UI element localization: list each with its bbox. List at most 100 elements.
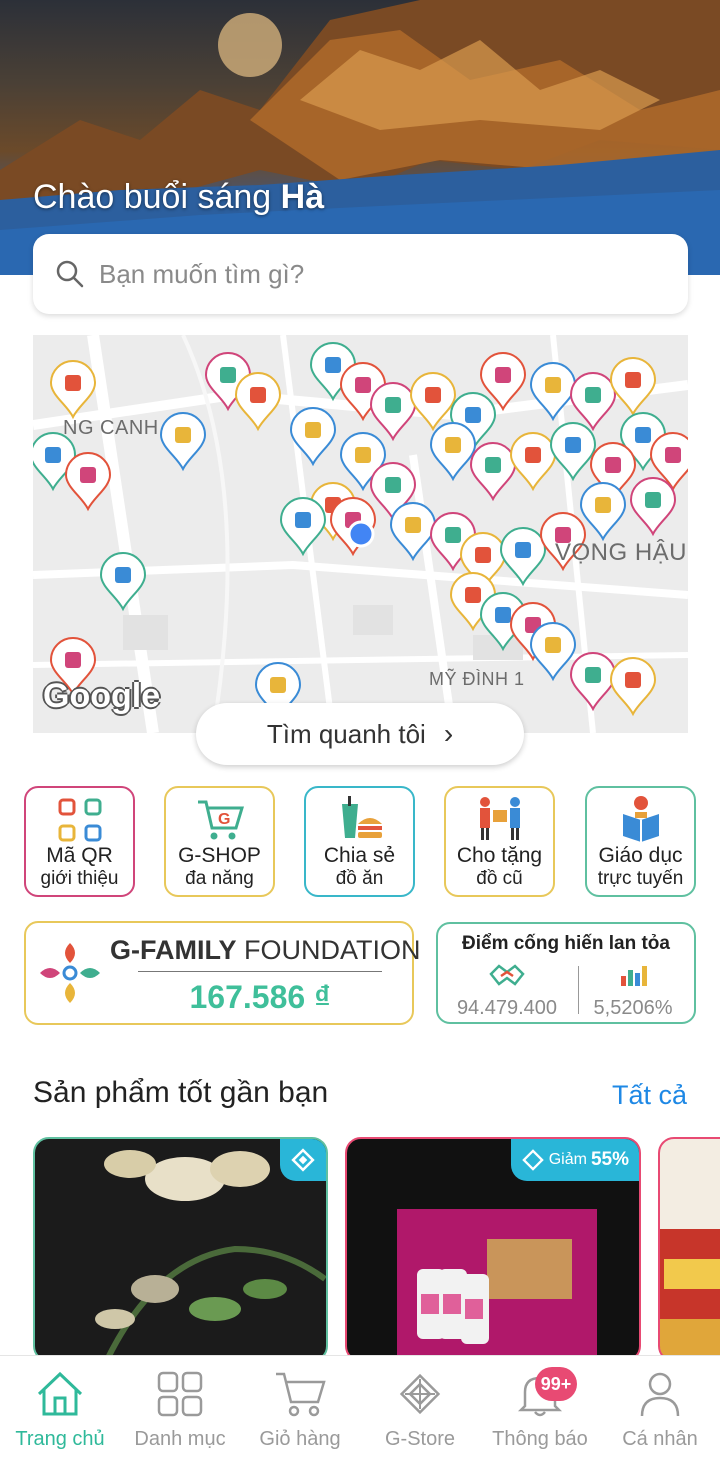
map-pin-glyph [385, 477, 401, 493]
search-icon [56, 260, 84, 288]
map-pin-glyph [355, 447, 371, 463]
map-pin-glyph [605, 457, 621, 473]
nav-label: Thông báo [492, 1428, 588, 1450]
map-pin-glyph [595, 497, 611, 513]
user-name: Hà [280, 178, 325, 216]
map-pin-glyph [625, 672, 641, 688]
product-card[interactable]: Giảm 55% [345, 1137, 641, 1362]
nav-label: G-Store [384, 1428, 456, 1450]
map-pin-glyph [295, 512, 311, 528]
grid-icon [157, 1371, 203, 1417]
cart-icon [276, 1372, 326, 1417]
gshop-button[interactable]: G G-SHOP đa năng [164, 786, 275, 897]
qa-subtitle: giới thiệu [40, 868, 119, 889]
qr-icon [58, 798, 101, 842]
foundation-suffix: FOUNDATION [244, 935, 421, 965]
home-icon [37, 1371, 83, 1416]
map-label: MỸ ĐÌNH 1 [429, 669, 525, 689]
map-streets [33, 335, 688, 733]
map-pin-glyph [325, 357, 341, 373]
nav-home[interactable]: Trang chủ [0, 1368, 120, 1451]
map-pin-glyph [65, 652, 81, 668]
donate-used-button[interactable]: Cho tặng đồ cũ [444, 786, 555, 897]
points-percent: 5,5206% [593, 997, 673, 1019]
map-pin-glyph [465, 587, 481, 603]
map-pin-glyph [220, 367, 236, 383]
search-bar[interactable]: Bạn muốn tìm gì? [33, 234, 688, 314]
qr-referral-button[interactable]: Mã QR giới thiệu [24, 786, 135, 897]
greeting-text: Chào buổi sáng [33, 178, 272, 216]
gfamily-logo-icon [40, 943, 100, 1003]
qa-title: Cho tặng [456, 844, 543, 867]
share-food-button[interactable]: Chia sẻ đồ ăn [304, 786, 415, 897]
svg-text:G: G [218, 811, 230, 828]
map-view[interactable]: NG CANH VỌNG HẬU MỸ ĐÌNH 1 Google [33, 335, 688, 733]
qa-subtitle: đồ cũ [476, 868, 523, 889]
search-placeholder: Bạn muốn tìm gì? [99, 258, 305, 289]
nav-label: Trang chủ [15, 1428, 105, 1450]
online-education-button[interactable]: Giáo dục trực tuyến [585, 786, 696, 897]
contribution-points-card[interactable]: Điểm cống hiến lan tỏa 94.479.400 5,5206… [436, 922, 696, 1024]
bottom-navigation: Trang chủ Danh mục Giỏ hàng G-Store Thôn… [0, 1355, 720, 1465]
store-icon [291, 1148, 315, 1172]
user-icon [640, 1372, 680, 1417]
find-near-me-label: Tìm quanh tôi [266, 718, 426, 749]
nav-gstore[interactable]: G-Store [360, 1368, 480, 1451]
product-card[interactable] [658, 1137, 720, 1362]
map-pin-glyph [465, 407, 481, 423]
find-near-me-button[interactable]: Tìm quanh tôi › [196, 703, 524, 765]
nav-label: Giỏ hàng [259, 1428, 341, 1450]
map-pin-glyph [305, 422, 321, 438]
discount-value: 55% [590, 1149, 629, 1170]
nav-cart[interactable]: Giỏ hàng [240, 1368, 360, 1451]
map-pin-glyph [385, 397, 401, 413]
map-pin-glyph [665, 447, 681, 463]
map-pin-glyph [475, 547, 491, 563]
discount-badge: Giảm 55% [510, 1139, 639, 1181]
greeting: Chào buổi sáng Hà [33, 178, 324, 217]
map-label: NG CANH [63, 417, 159, 439]
store-icon [521, 1149, 544, 1171]
map-pin-glyph [405, 517, 421, 533]
store-icon [399, 1373, 441, 1415]
map-pin-glyph [270, 677, 286, 693]
points-value: 94.479.400 [456, 997, 558, 1019]
section-title: Sản phẩm tốt gần bạn [33, 1076, 329, 1109]
nav-label: Danh mục [134, 1428, 226, 1450]
product-image [660, 1229, 720, 1360]
google-logo: Google [43, 677, 161, 715]
education-icon [622, 796, 659, 842]
map-pin-glyph [625, 372, 641, 388]
map-pin-glyph [585, 667, 601, 683]
chevron-right-icon: › [443, 718, 454, 749]
nav-categories[interactable]: Danh mục [120, 1368, 240, 1451]
map-pin-glyph [545, 637, 561, 653]
map-pin-glyph [445, 437, 461, 453]
product-card[interactable] [33, 1137, 328, 1362]
foundation-amount: 167.586 ₫ [189, 979, 331, 1015]
map-pin-glyph [425, 387, 441, 403]
map-pin-glyph [65, 375, 81, 391]
map-pin-glyph [495, 367, 511, 383]
map-pin-glyph [585, 387, 601, 403]
map-pin-glyph [645, 492, 661, 508]
map-label: VỌNG HẬU [555, 539, 688, 566]
map-pin-glyph [635, 427, 651, 443]
see-all-link[interactable]: Tất cả [612, 1080, 687, 1111]
foundation-name: G-FAMILY FOUNDATION [110, 935, 421, 966]
map-pin-glyph [80, 467, 96, 483]
map-pin-glyph [115, 567, 131, 583]
foundation-card[interactable]: G-FAMILY FOUNDATION 167.586 ₫ [24, 921, 421, 1025]
chart-icon [621, 966, 647, 986]
map-pin-glyph [175, 427, 191, 443]
nav-label: Cá nhân [622, 1428, 698, 1450]
points-title: Điểm cống hiến lan tỏa [462, 933, 670, 954]
gstore-badge [280, 1139, 326, 1181]
qa-subtitle: đa năng [185, 868, 254, 889]
map-pin-glyph [525, 447, 541, 463]
map-pin-glyph [485, 457, 501, 473]
discount-label: Giảm [548, 1151, 587, 1168]
nav-profile[interactable]: Cá nhân [600, 1368, 720, 1451]
qa-title: Chia sẻ [323, 844, 396, 867]
map-pin-glyph [250, 387, 266, 403]
